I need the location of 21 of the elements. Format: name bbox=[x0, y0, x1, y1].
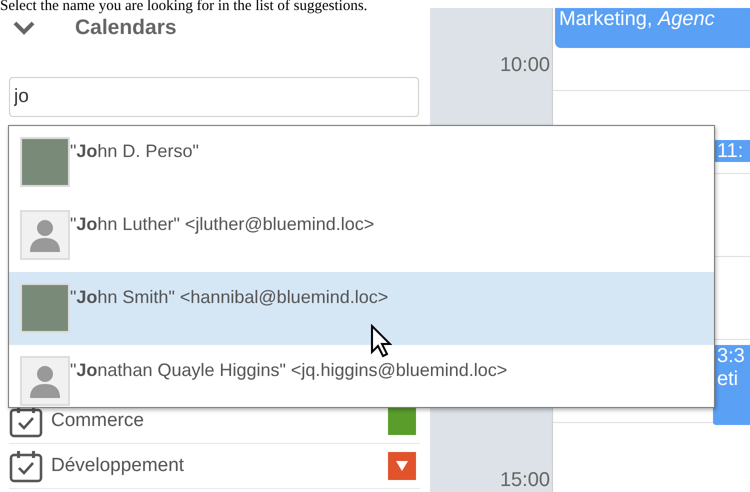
chevron-icon[interactable] bbox=[13, 21, 35, 35]
suggestion-item[interactable]: "John Smith" <hannibal@bluemind.loc> bbox=[9, 272, 714, 345]
section-title: Calendars bbox=[75, 16, 177, 40]
time-label: 15:00 bbox=[500, 469, 550, 492]
suggestion-text: "John D. Perso" bbox=[70, 141, 199, 162]
suggestion-item[interactable]: "John D. Perso" bbox=[9, 126, 714, 199]
suggestion-item[interactable]: "John Luther" <jluther@bluemind.loc> bbox=[9, 199, 714, 272]
time-label: 10:00 bbox=[500, 54, 550, 77]
person-icon bbox=[20, 356, 70, 406]
suggestion-text: "John Luther" <jluther@bluemind.loc> bbox=[70, 214, 374, 235]
suggestion-text: "Jonathan Quayle Higgins" <jq.higgins@bluemind.loc> bbox=[70, 360, 508, 381]
person-icon bbox=[20, 210, 70, 260]
calendar-name: Commerce bbox=[51, 410, 145, 432]
calendar-name: Développement bbox=[51, 455, 186, 477]
calendar-check-icon[interactable] bbox=[9, 449, 43, 483]
photo-placeholder bbox=[20, 283, 70, 333]
photo-placeholder bbox=[20, 137, 70, 187]
suggestion-text: "John Smith" <hannibal@bluemind.loc> bbox=[70, 287, 388, 308]
color-menu-icon[interactable] bbox=[388, 452, 416, 480]
mouse-cursor-icon bbox=[370, 324, 392, 358]
suggestion-item[interactable]: "Jonathan Quayle Higgins" <jq.higgins@bluemind.loc> bbox=[9, 345, 714, 407]
